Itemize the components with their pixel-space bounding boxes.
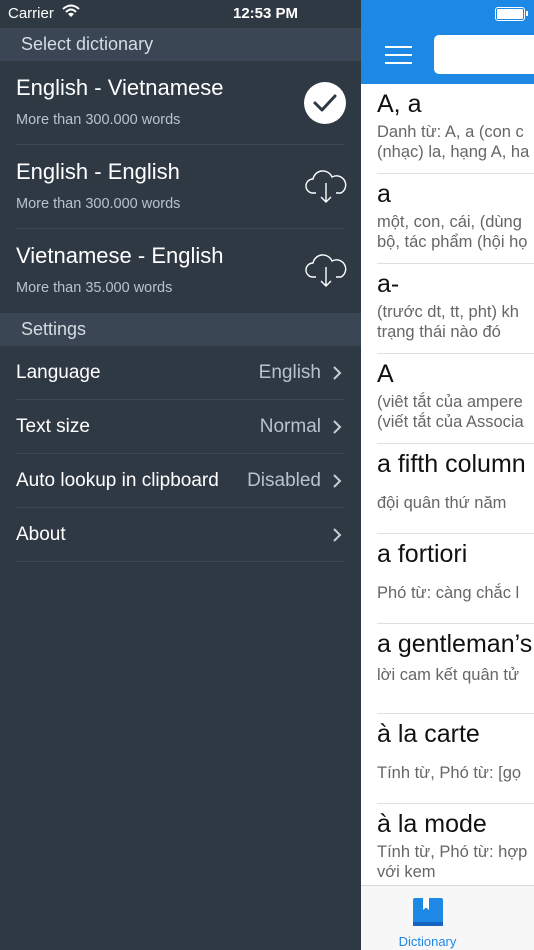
dictionary-item-english-vietnamese[interactable]: English - Vietnamese More than 300.000 w… xyxy=(0,61,361,145)
dictionary-title: English - English xyxy=(16,159,180,184)
chevron-right-icon xyxy=(333,474,342,488)
entry-word: a gentleman’s xyxy=(377,630,533,658)
entry-definition: Danh từ: A, a (con c (nhạc) la, hạng A, … xyxy=(377,123,530,161)
entry-definition: Phó từ: càng chắc l xyxy=(377,584,520,602)
list-item[interactable]: A, a Danh từ: A, a (con c (nhạc) la, hạn… xyxy=(377,84,534,174)
setting-auto-lookup[interactable]: Auto lookup in clipboard Disabled xyxy=(0,454,361,508)
dictionary-title: Vietnamese - English xyxy=(16,243,224,268)
setting-value: Normal xyxy=(259,416,321,437)
setting-label: Language xyxy=(16,362,101,383)
chevron-right-icon xyxy=(333,528,342,542)
entry-definition: (viêt tắt của ampere (viết tắt của Assoc… xyxy=(377,393,524,431)
checkmark-icon xyxy=(304,82,346,124)
list-item[interactable]: a một, con, cái, (dùng bộ, tác phẩm (hội… xyxy=(377,174,534,264)
status-time: 12:53 PM xyxy=(233,5,299,22)
dictionary-item-english-english[interactable]: English - English More than 300.000 word… xyxy=(0,145,361,229)
entry-word: a fifth column xyxy=(377,450,526,478)
status-bar: Carrier 12:53 PM xyxy=(0,0,361,28)
list-item[interactable]: a fortiori Phó từ: càng chắc l xyxy=(377,534,534,624)
search-input[interactable] xyxy=(434,35,534,74)
entry-word: à la mode xyxy=(377,810,487,838)
wifi-icon xyxy=(62,4,80,17)
book-icon xyxy=(413,898,443,926)
setting-label: Auto lookup in clipboard xyxy=(16,470,219,491)
list-item[interactable]: a fifth column đội quân thứ năm xyxy=(377,444,534,534)
list-item[interactable]: à la mode Tính từ, Phó từ: hợp với kem xyxy=(377,804,534,885)
entry-word: A xyxy=(377,360,394,388)
word-list: A, a Danh từ: A, a (con c (nhạc) la, hạn… xyxy=(361,84,534,885)
dictionary-panel: A, a Danh từ: A, a (con c (nhạc) la, hạn… xyxy=(361,0,534,950)
setting-language[interactable]: Language English xyxy=(0,346,361,400)
carrier-label: Carrier xyxy=(8,5,54,22)
entry-definition: đội quân thứ năm xyxy=(377,494,507,512)
battery-icon xyxy=(495,7,528,21)
list-item[interactable]: à la carte Tính từ, Phó từ: [gọ xyxy=(377,714,534,804)
entry-definition: (trước dt, tt, pht) kh trạng thái nào đó xyxy=(377,303,519,341)
side-menu: Carrier 12:53 PM Select dictionary Engli… xyxy=(0,0,361,950)
dictionary-subtitle: More than 300.000 words xyxy=(16,196,181,212)
chevron-right-icon xyxy=(333,420,342,434)
setting-label: Text size xyxy=(16,416,90,437)
cloud-download-icon[interactable] xyxy=(304,169,348,205)
list-item[interactable]: a- (trước dt, tt, pht) kh trạng thái nào… xyxy=(377,264,534,354)
chevron-right-icon xyxy=(333,366,342,380)
entry-definition: một, con, cái, (dùng bộ, tác phẩm (hội h… xyxy=(377,213,528,251)
entry-word: a- xyxy=(377,270,400,298)
cloud-download-icon[interactable] xyxy=(304,253,348,289)
entry-definition: Tính từ, Phó từ: [gọ xyxy=(377,764,522,782)
tab-bar: Dictionary xyxy=(361,885,534,950)
dictionary-subtitle: More than 35.000 words xyxy=(16,280,173,296)
tab-label: Dictionary xyxy=(398,934,457,949)
entry-definition: Tính từ, Phó từ: hợp với kem xyxy=(377,843,528,881)
dictionary-item-vietnamese-english[interactable]: Vietnamese - English More than 35.000 wo… xyxy=(0,229,361,313)
entry-word: à la carte xyxy=(377,720,480,748)
setting-label: About xyxy=(16,524,66,545)
list-item[interactable]: a gentleman’s lời cam kết quân tử xyxy=(377,624,534,714)
entry-definition: lời cam kết quân tử xyxy=(377,666,520,684)
list-item[interactable]: A (viêt tắt của ampere (viết tắt của Ass… xyxy=(377,354,534,444)
entry-word: A, a xyxy=(377,90,422,118)
settings-header: Settings xyxy=(0,313,361,346)
hamburger-icon[interactable] xyxy=(385,46,412,64)
nav-bar xyxy=(361,0,534,84)
setting-value: English xyxy=(258,362,321,383)
entry-word: a xyxy=(377,180,391,208)
setting-about[interactable]: About xyxy=(0,508,361,562)
divider xyxy=(16,561,345,562)
setting-text-size[interactable]: Text size Normal xyxy=(0,400,361,454)
dictionary-subtitle: More than 300.000 words xyxy=(16,112,181,128)
entry-word: a fortiori xyxy=(377,540,468,568)
setting-value: Disabled xyxy=(247,470,321,491)
select-dictionary-header: Select dictionary xyxy=(0,28,361,61)
dictionary-title: English - Vietnamese xyxy=(16,75,224,100)
